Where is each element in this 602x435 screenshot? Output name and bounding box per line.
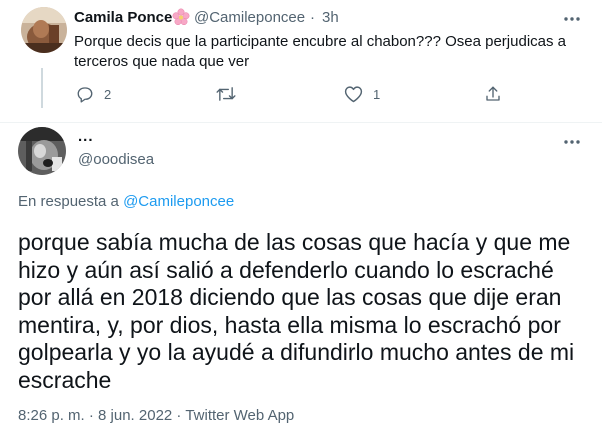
more-horizontal-icon[interactable] xyxy=(562,12,582,26)
share-button[interactable] xyxy=(484,84,502,104)
retweet-icon xyxy=(216,85,236,103)
like-button[interactable]: 1 xyxy=(344,84,380,104)
cherry-blossom-icon xyxy=(172,8,190,26)
avatar-camila[interactable] xyxy=(21,7,67,53)
thread-connector xyxy=(41,68,43,108)
reply-author-handle[interactable]: @Camileponcee xyxy=(194,9,305,26)
reply-context: En respuesta a @Camileponcee xyxy=(18,193,234,210)
reply-author-name[interactable]: Camila Ponce xyxy=(74,9,172,26)
tweet-timestamp-source[interactable]: 8:26 p. m. · 8 jun. 2022 · Twitter Web A… xyxy=(18,407,294,424)
main-author-name[interactable]: ... xyxy=(78,128,94,145)
reply-button[interactable]: 2 xyxy=(76,84,111,104)
reply-tweet-text: Porque decis que la participante encubre… xyxy=(74,33,566,70)
main-author-handle[interactable]: @ooodisea xyxy=(78,151,154,168)
heart-icon xyxy=(344,85,363,103)
share-icon xyxy=(484,85,502,103)
like-count: 1 xyxy=(373,86,381,102)
reply-count: 2 xyxy=(104,86,112,102)
retweet-button[interactable] xyxy=(216,84,246,104)
reply-context-prefix: En respuesta a xyxy=(18,193,119,210)
reply-context-handle-link[interactable]: @Camileponcee xyxy=(123,193,234,210)
reply-icon xyxy=(76,85,94,103)
reply-timestamp[interactable]: 3h xyxy=(322,9,339,26)
time-separator: · xyxy=(310,9,315,26)
tweet-divider xyxy=(0,122,602,123)
avatar-ooodisea[interactable] xyxy=(18,127,66,175)
main-tweet-text: porque sabía mucha de las cosas que hací… xyxy=(18,229,575,393)
more-horizontal-icon[interactable] xyxy=(562,135,582,149)
